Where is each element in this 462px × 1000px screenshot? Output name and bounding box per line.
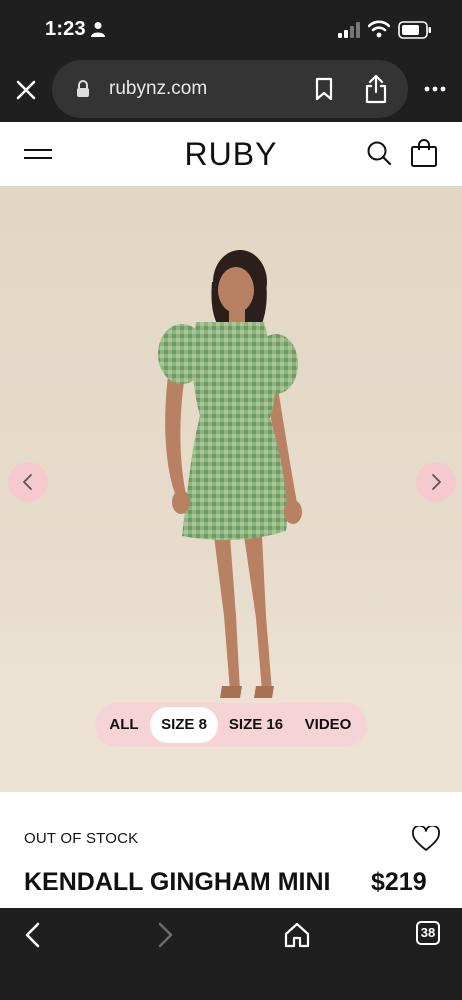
search-icon[interactable]: [366, 140, 392, 166]
stock-status: OUT OF STOCK: [24, 830, 139, 847]
browser-bottom-toolbar: 38: [0, 908, 462, 1000]
battery-icon: [398, 21, 431, 39]
share-icon[interactable]: [364, 74, 388, 104]
signal-icon: [338, 22, 360, 38]
filter-video[interactable]: VIDEO: [297, 703, 359, 747]
brand-logo[interactable]: RUBY: [0, 136, 462, 173]
person-icon: [91, 22, 105, 37]
forward-icon[interactable]: [154, 922, 176, 948]
filter-size-8[interactable]: SIZE 8: [150, 707, 218, 743]
site-header: RUBY: [0, 122, 462, 186]
back-icon[interactable]: [22, 922, 44, 948]
product-name: KENDALL GINGHAM MINI: [24, 868, 331, 896]
product-price: $219: [371, 868, 427, 896]
bag-icon[interactable]: [410, 138, 438, 168]
gallery-filter-bar: ALL SIZE 8 SIZE 16 VIDEO: [95, 703, 367, 747]
product-image-carousel[interactable]: ALL SIZE 8 SIZE 16 VIDEO: [0, 186, 462, 792]
chevron-left-icon: [23, 474, 32, 490]
browser-toolbar: rubynz.com: [0, 60, 462, 122]
tabs-icon[interactable]: 38: [416, 921, 440, 945]
filter-size-16[interactable]: SIZE 16: [223, 703, 289, 747]
status-bar: 1:23: [0, 0, 462, 60]
product-info: OUT OF STOCK KENDALL GINGHAM MINI $219: [0, 792, 462, 908]
more-icon[interactable]: [424, 84, 446, 94]
home-icon[interactable]: [284, 922, 310, 948]
chevron-right-icon: [432, 474, 441, 490]
filter-all[interactable]: ALL: [101, 703, 147, 747]
url-text[interactable]: rubynz.com: [109, 78, 207, 100]
heart-icon[interactable]: [412, 826, 440, 852]
carousel-next-button[interactable]: [416, 462, 456, 502]
address-bar[interactable]: rubynz.com: [52, 60, 408, 118]
wifi-icon: [368, 20, 390, 38]
carousel-prev-button[interactable]: [8, 462, 48, 502]
product-photo: [0, 250, 462, 792]
close-icon[interactable]: [14, 78, 38, 102]
bookmark-icon[interactable]: [314, 77, 334, 101]
status-time: 1:23: [45, 18, 86, 40]
lock-icon: [77, 80, 89, 97]
